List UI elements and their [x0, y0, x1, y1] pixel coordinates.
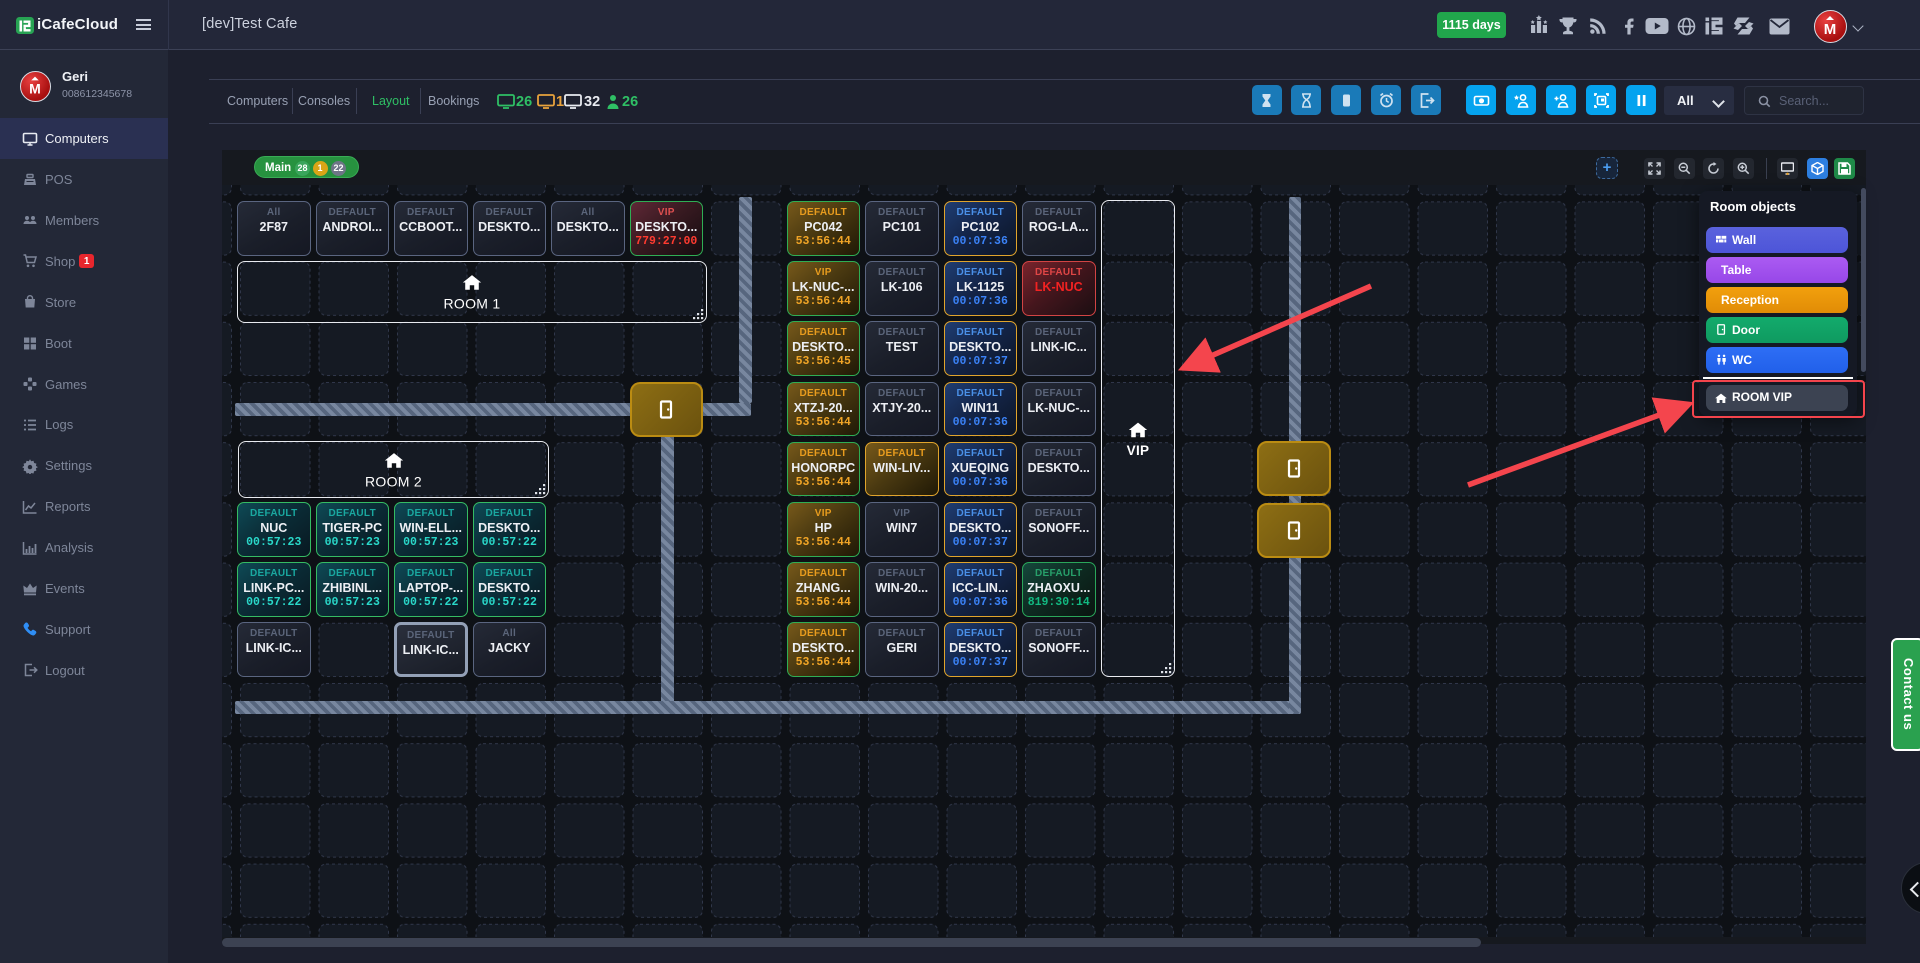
- svg-text:M: M: [1824, 21, 1837, 38]
- svg-text:M: M: [29, 80, 41, 96]
